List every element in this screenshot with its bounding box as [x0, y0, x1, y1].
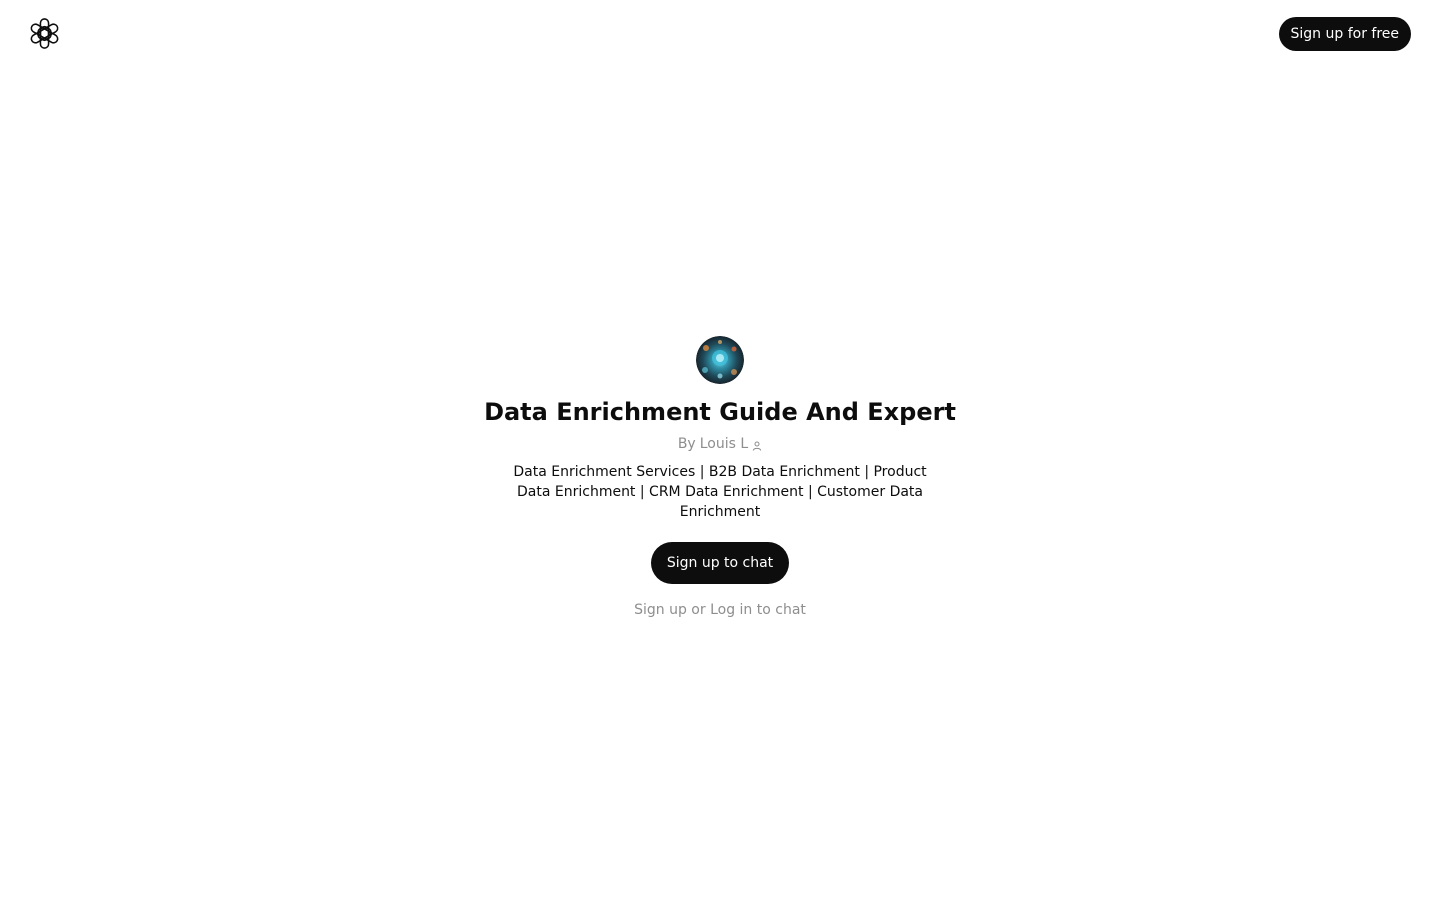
- gpt-avatar: [696, 336, 744, 384]
- gpt-description: Data Enrichment Services | B2B Data Enri…: [513, 464, 927, 520]
- author-name: Louis L: [699, 436, 749, 452]
- to-chat-text: to chat: [756, 602, 806, 618]
- openai-logo-icon[interactable]: [28, 17, 61, 50]
- gpt-intro: Data Enrichment Guide And Expert By Loui…: [0, 336, 1440, 619]
- gpt-title: Data Enrichment Guide And Expert: [484, 398, 956, 426]
- top-bar: Sign up for free: [0, 0, 1440, 68]
- login-prompt: Sign up or Log in to chat: [634, 601, 806, 619]
- author-prefix: By: [677, 436, 696, 452]
- person-icon: [752, 441, 762, 451]
- signup-link[interactable]: Sign up: [634, 602, 687, 618]
- page: Sign up for free Data Enrichment Guide A…: [0, 0, 1440, 900]
- author-byline: By Louis L: [678, 435, 762, 453]
- signup-for-free-button[interactable]: Sign up for free: [1278, 17, 1411, 51]
- or-text: or: [691, 602, 706, 618]
- login-link[interactable]: Log in: [710, 602, 752, 618]
- signup-to-chat-button[interactable]: Sign up to chat: [650, 542, 790, 584]
